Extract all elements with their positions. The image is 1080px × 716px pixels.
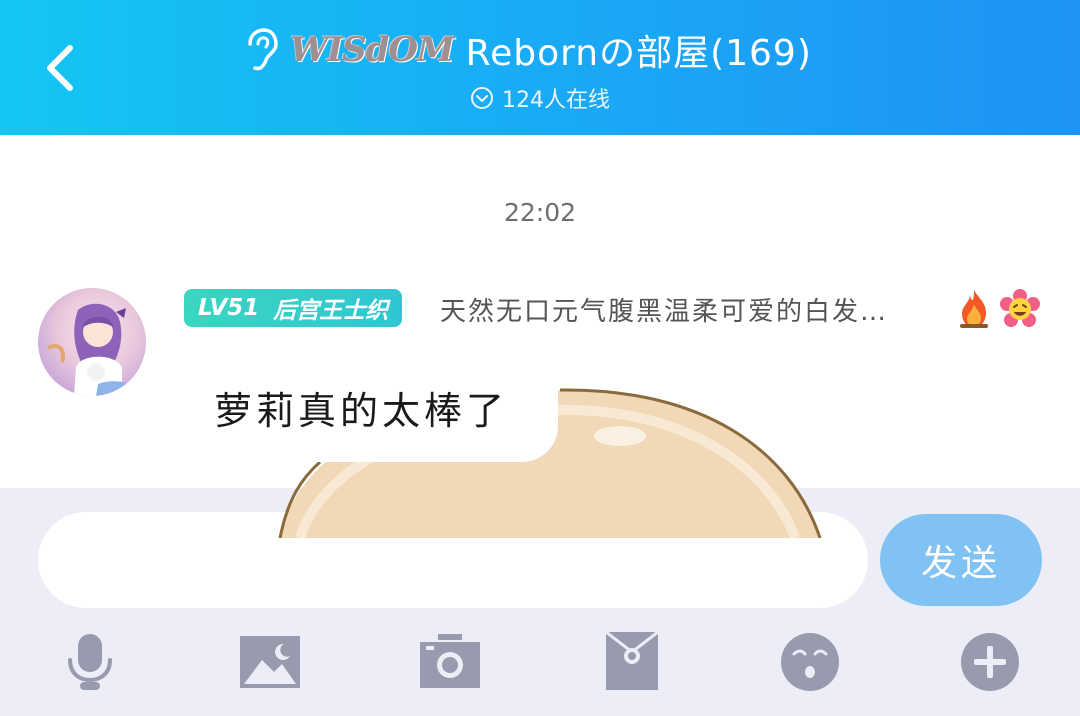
message-text: 萝莉真的太棒了 <box>214 388 509 433</box>
chat-header: WISdOM Rebornの部屋(169) 124人在线 <box>0 0 1080 135</box>
fire-icon <box>960 290 988 328</box>
camera-icon[interactable] <box>418 630 482 694</box>
sender-username[interactable]: 天然无口元气腹黑温柔可爱的白发… <box>440 291 950 325</box>
online-count: 124人在线 <box>502 88 610 113</box>
flower-smile-icon <box>1000 289 1040 327</box>
avatar-illustration <box>46 303 134 396</box>
back-arrow-icon[interactable] <box>36 38 90 98</box>
level-label: LV51 <box>198 295 260 321</box>
message-bubble[interactable]: 萝莉真的太棒了 <box>186 352 558 462</box>
brand-logo: WISdOM <box>290 30 455 70</box>
header-title-row: WISdOM Rebornの部屋(169) <box>240 22 812 78</box>
plus-icon[interactable] <box>958 630 1022 694</box>
image-icon[interactable] <box>238 630 302 694</box>
title-badge-label: 后宫王士织 <box>273 298 389 324</box>
chevron-down-circle-icon <box>471 87 493 109</box>
emoji-icon[interactable] <box>778 630 842 694</box>
message-timestamp: 22:02 <box>503 198 577 227</box>
ear-icon[interactable] <box>240 26 280 74</box>
room-title: Rebornの部屋(169) <box>465 33 812 74</box>
online-count-toggle[interactable]: 124人在线 <box>470 84 610 113</box>
level-badge: LV51 后宫王士织 <box>184 289 403 327</box>
send-button[interactable]: 发送 <box>880 514 1042 606</box>
microphone-icon[interactable] <box>58 630 122 694</box>
red-packet-icon[interactable] <box>600 630 664 694</box>
avatar[interactable] <box>38 288 146 396</box>
